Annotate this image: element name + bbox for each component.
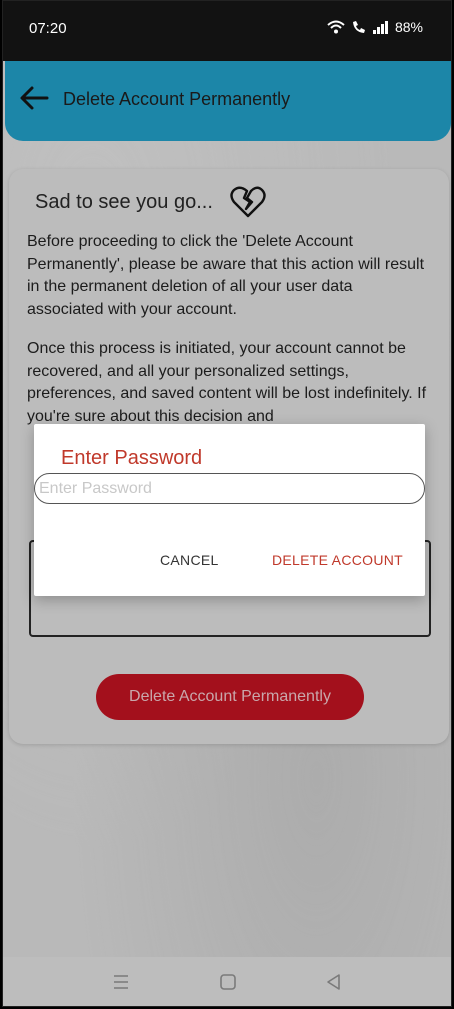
card-heading: Sad to see you go... — [35, 191, 213, 213]
warning-paragraph-2: Once this process is initiated, your acc… — [27, 340, 427, 425]
dialog-title: Enter Password — [61, 447, 203, 469]
phone-screen: 07:20 88% Delete Account Permanently Sad… — [2, 0, 452, 1007]
password-input[interactable] — [34, 473, 425, 504]
signal-icon — [372, 20, 388, 34]
cancel-button[interactable]: CANCEL — [160, 552, 219, 568]
status-bar: 07:20 88% — [3, 1, 451, 61]
battery-level: 88% — [394, 19, 423, 35]
menu-icon[interactable] — [111, 973, 131, 991]
delete-account-button[interactable]: DELETE ACCOUNT — [272, 552, 403, 568]
status-time: 07:20 — [29, 20, 67, 37]
password-dialog: Enter Password CANCEL DELETE ACCOUNT — [34, 424, 425, 596]
status-icons: 88% — [327, 19, 423, 35]
home-icon[interactable] — [218, 973, 238, 991]
delete-account-permanently-button[interactable]: Delete Account Permanently — [96, 674, 364, 720]
system-nav-bar — [3, 957, 451, 1006]
warning-paragraph-1: Before proceeding to click the 'Delete A… — [27, 233, 425, 318]
arrow-left-icon[interactable] — [19, 85, 49, 111]
app-bar: Delete Account Permanently — [5, 61, 451, 141]
page-title: Delete Account Permanently — [63, 89, 291, 109]
broken-heart-icon — [230, 186, 266, 218]
wifi-icon — [327, 20, 345, 34]
back-triangle-icon[interactable] — [324, 973, 344, 991]
wifi-call-icon — [352, 21, 365, 33]
